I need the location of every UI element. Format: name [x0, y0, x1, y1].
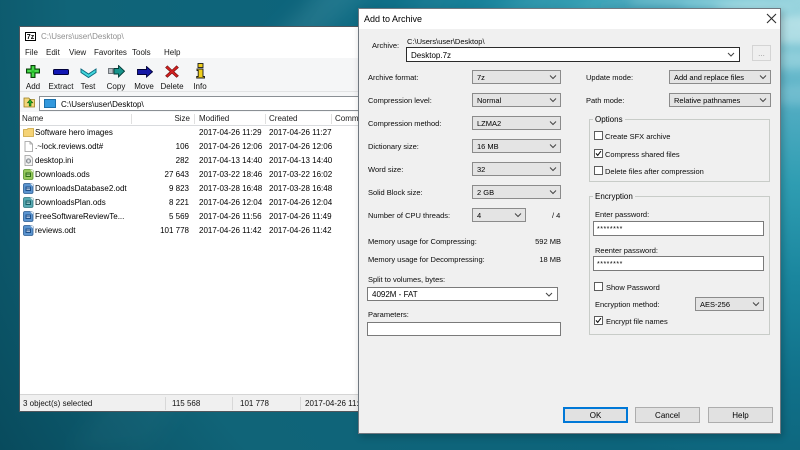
svg-text:7z: 7z [27, 34, 35, 41]
